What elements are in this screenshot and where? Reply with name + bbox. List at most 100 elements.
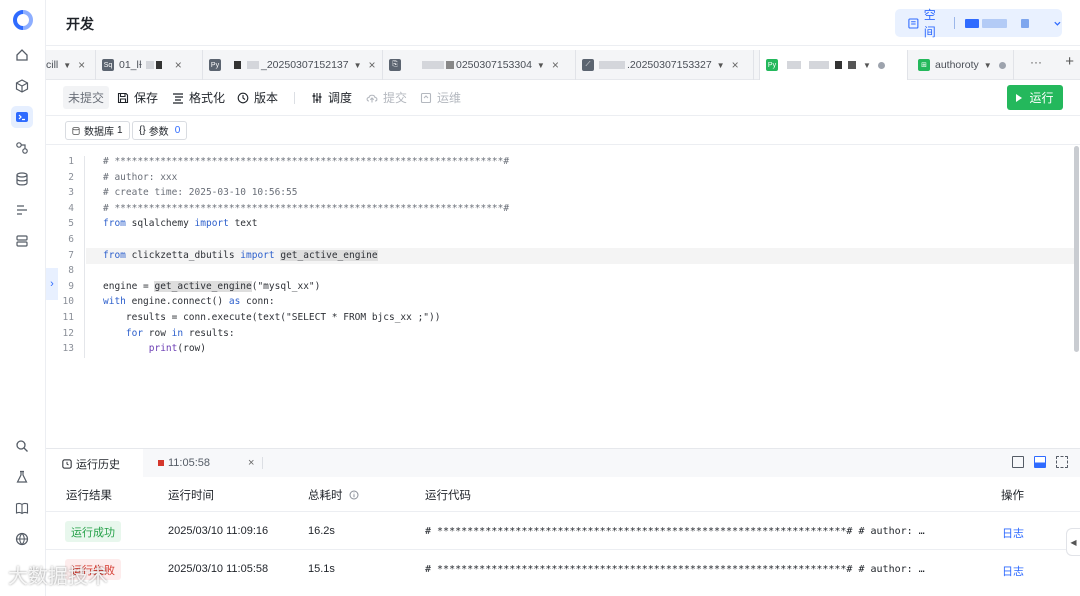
- ops-icon: [420, 92, 432, 103]
- tab-label: 0250307153304: [456, 59, 532, 71]
- ops-button[interactable]: 运维: [420, 89, 461, 106]
- caret-down-icon[interactable]: ▼: [354, 61, 362, 70]
- editor-scrollbar[interactable]: [1074, 146, 1079, 352]
- schedule-button[interactable]: 调度: [311, 89, 352, 106]
- editor-tab-active[interactable]: Py ▼: [759, 50, 908, 80]
- run-button[interactable]: 运行: [1007, 85, 1063, 110]
- line-number: 5: [68, 218, 74, 230]
- book-icon[interactable]: [11, 497, 33, 519]
- fullscreen-icon[interactable]: [1056, 456, 1068, 468]
- caret-down-icon[interactable]: ▼: [984, 61, 992, 70]
- status-badge: 运行成功: [65, 521, 121, 542]
- collapse-side-panel-icon[interactable]: ◀: [1066, 528, 1080, 556]
- col-header-code: 运行代码: [425, 490, 471, 502]
- space-icon: [908, 17, 919, 29]
- globe-icon[interactable]: [11, 528, 33, 550]
- database-chip[interactable]: 数据库 1: [65, 121, 130, 140]
- code-line[interactable]: with engine.connect() as conn:: [103, 296, 275, 307]
- col-header-time: 运行时间: [168, 490, 214, 502]
- line-number: 2: [68, 171, 74, 183]
- close-icon[interactable]: ×: [175, 58, 182, 72]
- code-line[interactable]: print(row): [103, 343, 206, 354]
- editor-tab[interactable]: ⎘ 0250307153304 ▼ ×: [383, 50, 576, 80]
- app-logo: [13, 10, 33, 30]
- code-line[interactable]: from sqlalchemy import text: [103, 218, 257, 229]
- panel-tabs: 运行历史 11:05:58 ×: [46, 449, 1080, 477]
- code-line[interactable]: from clickzetta_dbutils import get_activ…: [103, 249, 378, 261]
- layout-bottom-icon[interactable]: [1012, 456, 1024, 468]
- unsaved-dot-icon[interactable]: [877, 61, 885, 69]
- params-chip[interactable]: {} 参数 0: [132, 121, 188, 140]
- add-tab-icon[interactable]: +: [1065, 53, 1074, 70]
- toolbar-divider: [294, 92, 295, 104]
- close-icon[interactable]: ×: [552, 58, 559, 72]
- editor-tab[interactable]: Sq 01_lƗ ×: [96, 50, 203, 80]
- terminal-icon[interactable]: [11, 106, 33, 128]
- sliders-icon: [312, 92, 322, 103]
- upload-cloud-icon: [366, 94, 378, 102]
- close-icon[interactable]: ×: [78, 58, 85, 72]
- code-line[interactable]: engine = get_active_engine("mysql_xx"): [103, 280, 320, 292]
- close-icon[interactable]: ×: [248, 457, 254, 469]
- editor-tab[interactable]: ⊞ authoroty ▼: [912, 50, 1014, 80]
- unsaved-dot-icon[interactable]: [998, 61, 1006, 69]
- caret-down-icon[interactable]: ▼: [63, 61, 71, 70]
- close-icon[interactable]: ×: [732, 58, 739, 72]
- line-number: 4: [68, 202, 74, 214]
- info-icon[interactable]: [349, 490, 359, 500]
- braces-icon: {}: [139, 125, 146, 136]
- tab-label: .20250307153327: [627, 59, 712, 71]
- flask-icon[interactable]: [11, 466, 33, 488]
- line-number: 11: [62, 312, 74, 323]
- layout-split-icon[interactable]: [1034, 456, 1046, 468]
- search-icon[interactable]: [11, 435, 33, 457]
- caret-down-icon[interactable]: ▼: [863, 61, 871, 70]
- line-number: 3: [68, 187, 74, 199]
- line-number: 12: [62, 327, 74, 339]
- expand-panel-icon[interactable]: ›: [46, 268, 58, 300]
- code-line[interactable]: for row in results:: [103, 328, 235, 339]
- submit-button[interactable]: 提交: [366, 89, 407, 106]
- format-button[interactable]: 格式化: [172, 89, 225, 106]
- line-number: 6: [68, 234, 74, 245]
- home-icon[interactable]: [11, 44, 33, 66]
- code-editor[interactable]: 1 2 3 4 5 6 7 8 9 10 11 12 13 # ********************…: [46, 146, 1080, 446]
- panel-layout-controls: [1002, 456, 1068, 468]
- server-icon[interactable]: [11, 230, 33, 252]
- code-line[interactable]: # **************************************…: [103, 203, 509, 214]
- code-line[interactable]: results = conn.execute(text("SELECT * FR…: [103, 312, 441, 323]
- editor-tab[interactable]: Py _20250307152137 ▼ ×: [203, 50, 383, 80]
- database-icon[interactable]: [11, 168, 33, 190]
- space-selector[interactable]: 空间: [895, 8, 1062, 39]
- code-line[interactable]: # **************************************…: [103, 156, 509, 167]
- save-button[interactable]: 保存: [117, 89, 158, 106]
- caret-down-icon[interactable]: ▼: [537, 61, 545, 70]
- log-link[interactable]: 日志: [1002, 563, 1024, 579]
- line-number: 13: [62, 343, 74, 355]
- tab-run-history[interactable]: 运行历史: [46, 449, 143, 477]
- close-icon[interactable]: ×: [369, 58, 376, 72]
- tab-label: authoroty: [935, 59, 979, 71]
- editor-subbar: 数据库 1 {} 参数 0: [46, 117, 1080, 145]
- code-line[interactable]: # author: xxx: [103, 172, 177, 183]
- editor-tab[interactable]: cill ▼ ×: [46, 50, 96, 80]
- tab-label: _20250307152137: [261, 59, 349, 71]
- caret-down-icon[interactable]: ▼: [717, 61, 725, 70]
- log-link[interactable]: 日志: [1002, 525, 1024, 541]
- script-file-icon: ⊞: [918, 59, 930, 71]
- run-duration: 16.2s: [308, 525, 335, 537]
- python-file-icon: Py: [209, 59, 221, 71]
- shell-file-icon: ⟋: [582, 59, 594, 71]
- cube-icon[interactable]: [11, 75, 33, 97]
- code-line[interactable]: # create time: 2025-03-10 10:56:55: [103, 187, 297, 198]
- commit-status-badge: 未提交: [63, 86, 110, 109]
- space-label: 空间: [923, 8, 936, 39]
- list-icon[interactable]: [11, 199, 33, 221]
- tab-run-result[interactable]: 11:05:58 ×: [158, 449, 262, 477]
- line-number: 7: [68, 249, 74, 261]
- editor-tab[interactable]: ⟋ .20250307153327 ▼ ×: [576, 50, 754, 80]
- more-tabs-icon[interactable]: ···: [1030, 55, 1042, 69]
- version-button[interactable]: 版本: [237, 89, 278, 106]
- workflow-icon[interactable]: [11, 137, 33, 159]
- tab-label: cill: [46, 59, 59, 71]
